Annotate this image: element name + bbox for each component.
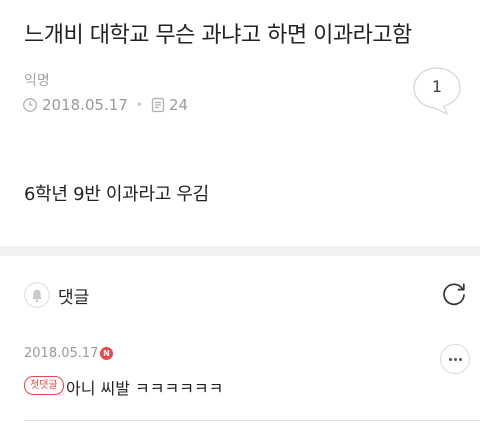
document-icon — [151, 97, 165, 113]
comment-date: 2018.05.17 — [24, 346, 99, 361]
comment-count-button[interactable]: 1 — [412, 66, 462, 116]
post-author: 익명 — [24, 73, 50, 89]
post-title: 느개비 대학교 무슨 과냐고 하면 이과라고함 — [24, 23, 412, 48]
section-divider — [0, 246, 480, 256]
bottom-divider — [24, 420, 480, 421]
comments-label: 댓글 — [58, 288, 90, 308]
meta-separator: • — [135, 98, 143, 112]
comments-header: 댓글 — [0, 272, 480, 316]
bell-icon[interactable] — [24, 282, 50, 312]
post-date: 2018.05.17 — [42, 96, 128, 114]
new-badge: N — [100, 347, 113, 360]
refresh-icon[interactable] — [440, 280, 468, 312]
view-count: 24 — [168, 96, 189, 114]
more-icon-dot — [454, 358, 457, 361]
more-icon-dot — [459, 358, 462, 361]
post-meta: 2018.05.17 • 24 — [22, 95, 188, 115]
post-body: 6학년 9반 이과라고 우김 — [24, 184, 209, 205]
more-options-button[interactable] — [440, 344, 470, 374]
clock-icon — [22, 97, 38, 113]
comment-count: 1 — [431, 77, 443, 96]
more-icon — [449, 358, 452, 361]
comment-text: 아니 씨발 ㅋㅋㅋㅋㅋㅋ — [66, 379, 224, 398]
comment-item: 2018.05.17 N 첫댓글 아니 씨발 ㅋㅋㅋㅋㅋㅋ — [0, 344, 480, 414]
first-comment-badge: 첫댓글 — [24, 376, 64, 395]
